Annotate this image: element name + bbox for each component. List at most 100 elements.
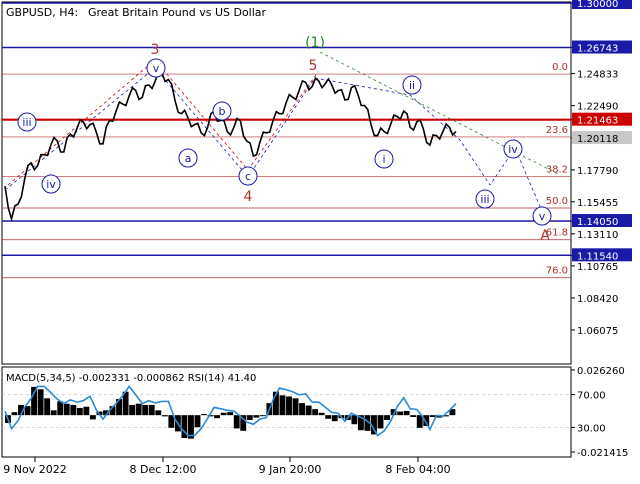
- price-label: 1.17790: [577, 166, 618, 177]
- macd-bar: [416, 415, 423, 428]
- macd-bar: [37, 389, 44, 416]
- macd-bar: [50, 410, 57, 416]
- time-label: 8 Feb 04:00: [385, 463, 450, 476]
- macd-bar: [299, 403, 306, 416]
- macd-bar: [384, 415, 390, 420]
- fib-label: 23.6: [546, 125, 568, 136]
- macd-bar: [161, 415, 168, 417]
- macd-bar: [76, 407, 83, 416]
- price-label: 1.06075: [577, 326, 618, 337]
- price-label: 1.21463: [577, 116, 618, 127]
- macd-bar: [331, 415, 338, 422]
- fib-label: 50.0: [546, 196, 568, 207]
- fib-label: 38.2: [546, 165, 568, 176]
- price-axis: 1.30000 1.26743 1.24833 1.22490 1.21463 1.201…: [571, 0, 632, 337]
- price-label: 1.08420: [577, 294, 618, 305]
- macd-bar: [11, 412, 18, 416]
- macd-bar: [63, 403, 70, 416]
- wave-label-minor: c: [245, 170, 251, 183]
- macd-bar: [70, 404, 77, 416]
- macd-bar: [135, 403, 142, 416]
- fib-label: 0.0: [552, 62, 568, 73]
- macd-bar: [89, 415, 96, 420]
- macd-bar: [129, 404, 136, 416]
- wave-label-minor: iv: [508, 143, 518, 156]
- macd-bar: [292, 398, 299, 416]
- macd-bar: [227, 412, 234, 416]
- macd-bar: [286, 396, 292, 416]
- price-label: 1.26743: [577, 44, 618, 55]
- macd-bar: [377, 415, 384, 429]
- macd-bar: [410, 415, 417, 417]
- macd-bar: [83, 406, 90, 416]
- indicator-axis-label: 30.00: [577, 423, 606, 434]
- wave-label-minor: iii: [480, 193, 489, 206]
- indicator-title: MACD(5,34,5) -0.002331 -0.000862 RSI(14)…: [6, 373, 256, 384]
- macd-bar: [220, 412, 227, 416]
- wave-label-minor: v: [153, 62, 160, 75]
- macd-bar: [194, 415, 201, 428]
- macd-bar: [44, 398, 51, 416]
- wave-line: [4, 67, 546, 219]
- wave-label-minor: v: [539, 210, 546, 223]
- wave-line: [319, 51, 561, 176]
- price-chart[interactable]: 0.0 23.6 38.2 50.0 61.8 76.0 (1) 3 4 5 Aiii iv v a b c…: [0, 0, 640, 480]
- price-label: 1.10765: [577, 262, 618, 273]
- price-label: 1.24833: [577, 70, 618, 81]
- macd-bar: [351, 415, 358, 425]
- macd-bar: [312, 409, 319, 416]
- wave-label-minor: iii: [22, 116, 31, 129]
- wave-line: [154, 59, 249, 171]
- indicator-axis-label: 0.026260: [577, 366, 625, 377]
- wave-label-minor: ii: [409, 79, 415, 92]
- wave-label-major: 4: [244, 189, 253, 205]
- wave-label-major: (1): [305, 35, 325, 51]
- macd-bar: [259, 415, 266, 417]
- wave-label-major: 3: [151, 42, 160, 58]
- price-label: 1.14050: [577, 217, 618, 228]
- chart-description: Great Britain Pound vs US Dollar: [88, 6, 267, 19]
- wave-label-minor: b: [219, 105, 226, 118]
- wave-label-minor: i: [382, 153, 385, 166]
- time-label: 8 Dec 12:00: [130, 463, 197, 476]
- macd-bar: [403, 410, 410, 416]
- macd-bar: [214, 415, 221, 419]
- price-label: 1.20118: [577, 134, 618, 145]
- fib-label: 76.0: [546, 266, 568, 277]
- chart-symbol: GBPUSD, H4:: [6, 6, 78, 19]
- price-label: 1.13110: [577, 230, 618, 241]
- price-label: 1.15455: [577, 198, 618, 209]
- indicator-axis-label: 70.00: [577, 391, 606, 402]
- wave-label-major: 5: [309, 58, 318, 74]
- macd-bar: [31, 386, 38, 416]
- price-label: 1.11540: [577, 251, 618, 262]
- macd-bar: [201, 413, 207, 416]
- macd-bar: [429, 415, 436, 417]
- macd-bar: [397, 411, 404, 416]
- time-label: 9 Jan 20:00: [259, 463, 322, 476]
- price-series: [4, 70, 457, 222]
- macd-bar: [142, 404, 149, 416]
- macd-bar: [318, 412, 325, 416]
- wave-lines: [4, 51, 561, 219]
- macd-bar: [148, 404, 155, 416]
- indicator-axis-label: -0.021415: [577, 448, 628, 459]
- chart-canvas[interactable]: 0.023.638.250.061.876.0 (1)345Aiiiivvabc…: [0, 0, 640, 480]
- wave-label-minor: a: [185, 152, 192, 165]
- macd-bar: [24, 406, 31, 416]
- macd-bar: [325, 415, 332, 419]
- macd-bar: [155, 410, 162, 416]
- macd-bar: [246, 415, 253, 420]
- main-pane-frame: [1, 1, 572, 365]
- price-label: 1.22490: [577, 102, 618, 113]
- price-label: 1.30000: [577, 0, 618, 10]
- price-line: [4, 70, 457, 222]
- macd-bar: [279, 395, 286, 416]
- wave-label-major: A: [540, 228, 550, 244]
- macd-bar: [305, 405, 312, 416]
- macd-bar: [253, 415, 260, 418]
- time-label: 9 Nov 2022: [3, 463, 66, 476]
- fibonacci-levels: 0.023.638.250.061.876.0: [2, 62, 571, 279]
- time-axis: 9 Nov 2022 8 Dec 12:00 9 Jan 20:00 8 Feb 04…: [3, 457, 451, 476]
- macd-bar: [233, 415, 240, 429]
